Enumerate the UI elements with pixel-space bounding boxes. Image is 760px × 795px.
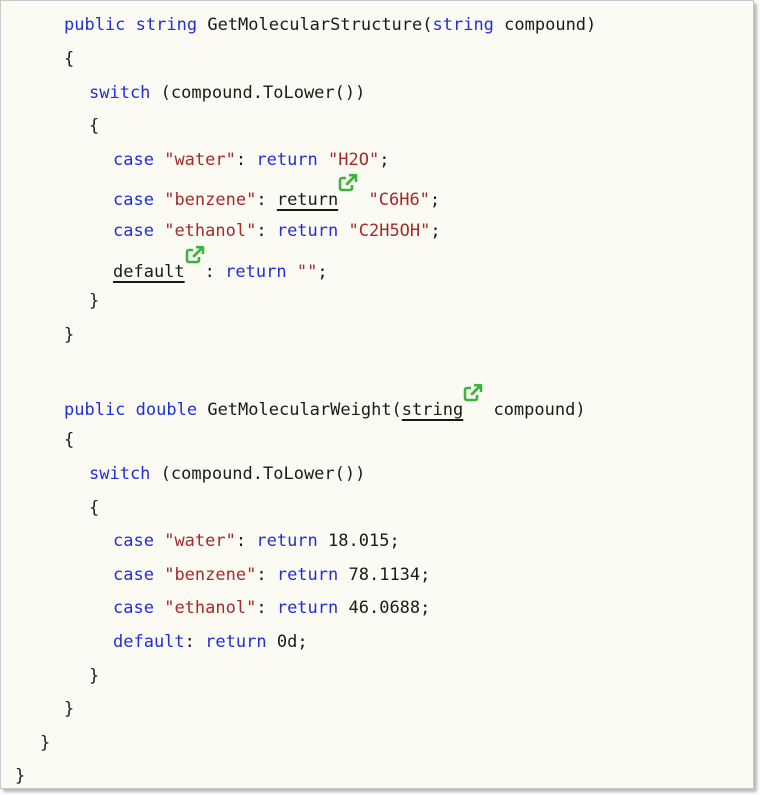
- keyword-switch: switch: [89, 83, 151, 103]
- keyword-string: string: [135, 15, 198, 35]
- keyword-case: case: [113, 190, 154, 210]
- keyword-return: return: [256, 531, 318, 551]
- brace-close: }: [64, 699, 75, 719]
- keyword-return: return: [225, 262, 287, 282]
- keyword-switch: switch: [89, 464, 151, 484]
- return-value: 46.0688: [348, 598, 421, 618]
- brace-open: {: [89, 116, 100, 136]
- param-name: compound): [483, 400, 586, 420]
- keyword-return: return: [276, 598, 339, 618]
- return-value: 78.1134: [348, 565, 421, 585]
- colon: :: [184, 632, 195, 652]
- string-literal: "water": [164, 150, 236, 170]
- keyword-return: return: [276, 221, 339, 241]
- code-line-3: switch (compound.ToLower()): [89, 81, 365, 105]
- code-line-14: {: [89, 496, 99, 520]
- brace-open: {: [64, 430, 75, 450]
- semicolon: ;: [317, 262, 328, 282]
- keyword-string-param: string: [432, 15, 494, 35]
- code-line-17: case "ethanol": return 46.0688;: [113, 596, 430, 620]
- code-line-15: case "water": return 18.015;: [113, 529, 400, 553]
- semicolon: ;: [297, 632, 308, 652]
- return-value: 18.015: [328, 531, 390, 551]
- return-value: "": [296, 262, 318, 282]
- code-line-6: case "benzene": return "C6H6";: [113, 173, 441, 210]
- code-line-16: case "benzene": return 78.1134;: [113, 563, 430, 587]
- colon: :: [256, 190, 267, 210]
- code-line-13: switch (compound.ToLower()): [89, 462, 365, 486]
- method-signature: GetMolecularStructure(: [197, 15, 433, 35]
- code-line-7: case "ethanol": return "C2H5OH";: [113, 219, 441, 243]
- code-line-1: public string GetMolecularStructure(stri…: [64, 13, 596, 37]
- semicolon: ;: [420, 598, 431, 618]
- code-line-21: }: [40, 731, 50, 755]
- code-line-9: }: [89, 289, 99, 313]
- keyword-public: public: [64, 400, 126, 420]
- return-value: "H2O": [328, 150, 380, 170]
- keyword-case: case: [113, 150, 154, 170]
- keyword-case: case: [113, 221, 154, 241]
- brace-close: }: [15, 766, 26, 786]
- string-literal: "ethanol": [164, 221, 257, 241]
- keyword-double: double: [135, 400, 198, 420]
- external-link-icon[interactable]: [463, 383, 483, 403]
- keyword-return: return: [256, 150, 318, 170]
- colon: :: [256, 598, 267, 618]
- string-literal: "benzene": [164, 565, 257, 585]
- return-value: "C6H6": [368, 190, 430, 210]
- keyword-case: case: [113, 565, 154, 585]
- semicolon: ;: [420, 565, 431, 585]
- code-line-5: case "water": return "H2O";: [113, 148, 389, 172]
- string-literal: "ethanol": [164, 598, 257, 618]
- semicolon: ;: [430, 221, 441, 241]
- colon: :: [235, 150, 247, 170]
- param-name: compound): [493, 15, 597, 35]
- semicolon: ;: [389, 531, 400, 551]
- external-link-icon[interactable]: [338, 173, 358, 193]
- return-link[interactable]: return: [277, 190, 338, 210]
- code-line-4: {: [89, 114, 99, 138]
- brace-open: {: [89, 498, 100, 518]
- method-signature: GetMolecularWeight(: [197, 400, 402, 420]
- string-literal: "benzene": [164, 190, 257, 210]
- keyword-public: public: [64, 15, 126, 35]
- code-line-22: }: [15, 764, 25, 788]
- code-line-19: }: [89, 664, 99, 688]
- brace-close: }: [64, 325, 75, 345]
- switch-expression: (compound.ToLower()): [150, 83, 366, 103]
- code-line-8: default: return "";: [113, 245, 328, 282]
- code-line-18: default: return 0d;: [113, 630, 308, 654]
- colon: :: [256, 221, 267, 241]
- colon: :: [256, 565, 267, 585]
- return-value: "C2H5OH": [348, 221, 431, 241]
- external-link-icon[interactable]: [185, 245, 205, 265]
- colon: :: [204, 262, 215, 282]
- code-line-12: {: [64, 428, 74, 452]
- brace-close: }: [89, 291, 100, 311]
- keyword-return: return: [276, 565, 339, 585]
- brace-open: {: [64, 49, 75, 69]
- keyword-case: case: [113, 531, 154, 551]
- keyword-default: default: [113, 632, 185, 652]
- return-value: 0d: [276, 632, 298, 652]
- string-literal: "water": [164, 531, 236, 551]
- brace-close: }: [89, 666, 100, 686]
- code-line-11: public double GetMolecularWeight(string …: [64, 383, 586, 420]
- default-link[interactable]: default: [113, 262, 185, 282]
- colon: :: [235, 531, 247, 551]
- code-line-10: }: [64, 323, 74, 347]
- semicolon: ;: [429, 190, 441, 210]
- code-line-2: {: [64, 47, 74, 71]
- keyword-case: case: [113, 598, 154, 618]
- semicolon: ;: [379, 150, 390, 170]
- string-type-link[interactable]: string: [402, 400, 463, 420]
- brace-close: }: [40, 733, 51, 753]
- switch-expression: (compound.ToLower()): [150, 464, 366, 484]
- code-line-20: }: [64, 697, 74, 721]
- keyword-return: return: [205, 632, 267, 652]
